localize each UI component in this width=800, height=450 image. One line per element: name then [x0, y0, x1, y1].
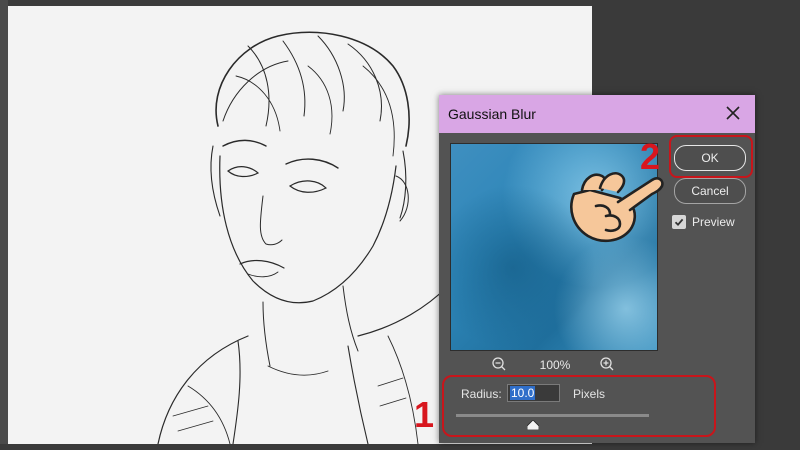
cancel-button[interactable]: Cancel: [674, 178, 746, 204]
zoom-in-icon[interactable]: [599, 356, 615, 372]
checkmark-icon: [674, 218, 684, 227]
dialog-title: Gaussian Blur: [448, 106, 536, 122]
zoom-level: 100%: [539, 358, 571, 372]
preview-checkbox[interactable]: [672, 215, 686, 229]
ok-highlight-box: [669, 135, 753, 178]
zoom-out-icon[interactable]: [491, 356, 507, 372]
dialog-title-bar[interactable]: Gaussian Blur: [439, 95, 755, 133]
radius-highlight-box: [442, 375, 716, 437]
window-frame: [0, 0, 8, 450]
pointing-hand-icon: [560, 150, 670, 246]
step-1-label: 1: [414, 394, 435, 435]
preview-label: Preview: [692, 215, 735, 229]
zoom-controls: 100%: [450, 356, 656, 374]
workspace-strip: [0, 444, 800, 450]
close-icon[interactable]: [721, 101, 745, 125]
